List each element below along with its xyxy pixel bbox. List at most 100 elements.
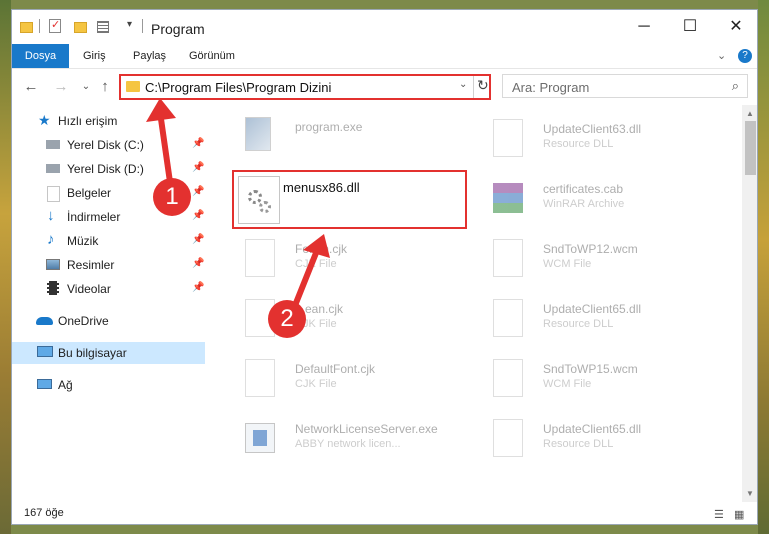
file-type: CJK File xyxy=(295,378,337,390)
nav-item-label: Ağ xyxy=(58,378,73,392)
ribbon-tabs: Dosya Giriş Paylaş Görünüm ⌄ ? xyxy=(12,44,757,69)
documents-icon xyxy=(47,186,60,202)
file-type: Resource DLL xyxy=(543,318,614,330)
maximize-button[interactable]: ☐ xyxy=(667,10,713,44)
file-item-networklicenseserver-exe[interactable]: NetworkLicenseServer.exe ABBY network li… xyxy=(239,413,479,465)
dll-gear-icon xyxy=(493,419,523,457)
file-name: Fo...m.cjk xyxy=(295,242,348,256)
properties-icon[interactable]: ✓ xyxy=(49,19,65,35)
search-input[interactable]: Ara: Program ⌕ xyxy=(502,74,748,98)
drive-icon xyxy=(46,140,60,149)
exe-icon xyxy=(245,423,275,453)
refresh-icon[interactable]: ↻ xyxy=(477,77,489,94)
file-item-updateclient63-dll[interactable]: UpdateClient63.dll Resource DLL xyxy=(487,113,727,165)
address-path: C:\Program Files\Program Dizini xyxy=(145,80,332,95)
scroll-up-icon[interactable]: ▲ xyxy=(746,109,754,118)
details-view-icon[interactable]: ☰ xyxy=(714,508,724,521)
window-title: Program xyxy=(151,21,205,37)
search-placeholder: Ara: Program xyxy=(512,80,590,95)
file-type: WinRAR Archive xyxy=(543,198,625,210)
folder-icon xyxy=(20,19,34,35)
tab-home[interactable]: Giriş xyxy=(83,44,106,68)
file-item-program-exe[interactable]: program.exe xyxy=(239,111,479,163)
status-bar: 167 öğe ☰ ▦ xyxy=(12,502,757,524)
dll-gear-icon xyxy=(493,119,523,157)
file-item-defaultfont-cjk[interactable]: DefaultFont.cjk CJK File xyxy=(239,353,479,405)
folder-icon xyxy=(126,81,140,92)
tab-file[interactable]: Dosya xyxy=(12,44,69,68)
vertical-scrollbar[interactable]: ▲ ▼ xyxy=(742,105,757,502)
nav-item-label: Videolar xyxy=(67,282,111,296)
desktop-wallpaper-left xyxy=(0,0,11,534)
large-icons-view-icon[interactable]: ▦ xyxy=(734,508,744,521)
tab-share[interactable]: Paylaş xyxy=(133,44,166,68)
nav-item-local-disk-d[interactable]: Yerel Disk (D:) 📌 xyxy=(12,158,205,180)
nav-item-onedrive[interactable]: OneDrive xyxy=(12,310,205,332)
close-button[interactable]: ✕ xyxy=(713,10,757,44)
pin-icon[interactable]: 📌 xyxy=(192,282,204,293)
pin-icon[interactable]: 📌 xyxy=(192,138,204,149)
customize-toolbar-icon[interactable]: ▾ xyxy=(127,19,137,35)
file-type: ABBY network licen... xyxy=(295,438,401,450)
pin-icon[interactable]: 📌 xyxy=(192,186,204,197)
drive-icon xyxy=(46,164,60,173)
file-name: SndToWP15.wcm xyxy=(543,362,638,376)
recent-locations-button[interactable]: ⌄ xyxy=(76,77,96,97)
file-type: CJK File xyxy=(295,258,337,270)
dll-gear-icon xyxy=(493,299,523,337)
view-icon[interactable] xyxy=(97,19,117,35)
nav-item-pictures[interactable]: Resimler 📌 xyxy=(12,254,205,276)
nav-item-network[interactable]: Ağ xyxy=(12,374,205,396)
file-name: menusx86.dll xyxy=(283,180,360,195)
nav-item-quick-access[interactable]: ★ Hızlı erişim xyxy=(12,110,205,132)
help-icon[interactable]: ? xyxy=(738,49,752,63)
navigation-pane: ★ Hızlı erişim Yerel Disk (C:) 📌 Yerel D… xyxy=(12,105,205,502)
nav-item-label: OneDrive xyxy=(58,314,109,328)
desktop-wallpaper-right xyxy=(758,0,769,534)
file-type: Resource DLL xyxy=(543,438,614,450)
pictures-icon xyxy=(46,259,60,270)
file-item-sndtowp15-wcm[interactable]: SndToWP15.wcm WCM File xyxy=(487,353,727,405)
file-type: Resource DLL xyxy=(543,138,614,150)
nav-item-this-pc[interactable]: Bu bilgisayar xyxy=(12,342,205,364)
file-name: certificates.cab xyxy=(543,182,624,196)
separator xyxy=(473,76,474,98)
scroll-down-icon[interactable]: ▼ xyxy=(746,489,754,498)
winrar-icon xyxy=(493,183,523,213)
search-icon: ⌕ xyxy=(731,78,739,93)
document-icon xyxy=(493,239,523,277)
music-icon: ♪ xyxy=(47,231,55,248)
explorer-window: ✓ ▾ Program ─ ☐ ✕ Dosya Giriş Paylaş Gör… xyxy=(11,9,758,525)
scrollbar-thumb[interactable] xyxy=(745,121,756,175)
file-item-updateclient65-dll[interactable]: UpdateClient65.dll Resource DLL xyxy=(487,413,727,465)
pin-icon[interactable]: 📌 xyxy=(192,258,204,269)
new-folder-icon[interactable] xyxy=(74,19,90,35)
file-name: DefaultFont.cjk xyxy=(295,362,376,376)
address-dropdown-icon[interactable]: ⌄ xyxy=(459,79,467,90)
nav-item-local-disk-c[interactable]: Yerel Disk (C:) 📌 xyxy=(12,134,205,156)
pin-icon[interactable]: 📌 xyxy=(192,234,204,245)
pin-icon[interactable]: 📌 xyxy=(192,210,204,221)
file-name: program.exe xyxy=(295,120,363,134)
back-button[interactable]: ← xyxy=(21,77,41,97)
up-button[interactable]: ↑ xyxy=(95,77,115,97)
file-item-updateclient65-dll[interactable]: UpdateClient65.dll Resource DLL xyxy=(487,293,727,345)
tab-view[interactable]: Görünüm xyxy=(189,44,235,68)
callout-badge-1: 1 xyxy=(153,178,191,216)
downloads-icon: ↓ xyxy=(47,207,55,224)
ribbon-collapse-icon[interactable]: ⌄ xyxy=(717,44,726,68)
file-item-menusx86-dll[interactable]: menusx86.dll xyxy=(232,170,467,229)
dll-gear-icon xyxy=(238,176,280,224)
file-item-certificates-cab[interactable]: certificates.cab WinRAR Archive xyxy=(487,173,727,225)
file-item-sndtowp12-wcm[interactable]: SndToWP12.wcm WCM File xyxy=(487,233,727,285)
forward-button[interactable]: → xyxy=(51,77,71,97)
pin-icon[interactable]: 📌 xyxy=(192,162,204,173)
callout-badge-2: 2 xyxy=(268,300,306,338)
separator xyxy=(142,19,144,35)
minimize-button[interactable]: ─ xyxy=(621,10,667,44)
file-item-cjk[interactable]: Fo...m.cjk CJK File xyxy=(239,233,479,285)
address-bar[interactable]: C:\Program Files\Program Dizini ⌄ ↻ xyxy=(119,74,491,100)
nav-item-music[interactable]: ♪ Müzik 📌 xyxy=(12,230,205,252)
nav-item-videos[interactable]: Videolar 📌 xyxy=(12,278,205,300)
nav-item-label: Belgeler xyxy=(67,186,112,200)
